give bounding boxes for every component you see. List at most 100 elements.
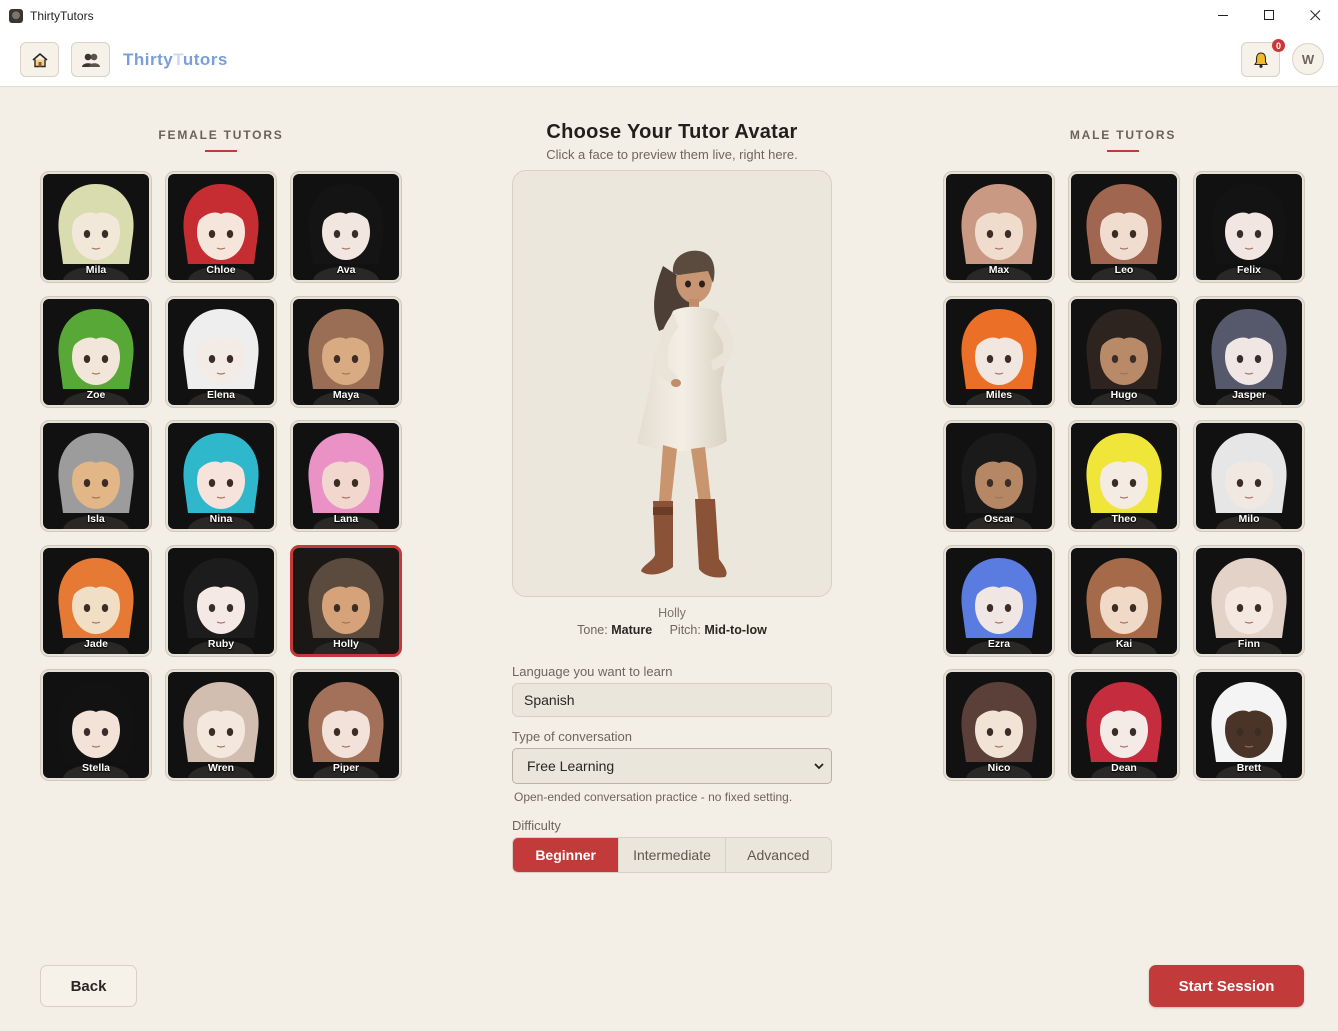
minimize-button[interactable] [1200, 0, 1246, 31]
tutor-tile-stella[interactable]: Stella [41, 670, 151, 780]
tutor-name-label: Maya [332, 388, 360, 401]
tutor-name-label: Stella [81, 762, 110, 774]
difficulty-advanced[interactable]: Advanced [724, 838, 831, 872]
tutor-name-label: Hugo [1110, 388, 1138, 401]
tutor-name-label: Holly [333, 637, 359, 650]
tutor-tile-ava[interactable]: Ava [291, 172, 401, 282]
tutor-tile-zoe[interactable]: Zoe [41, 296, 151, 407]
tutor-name-label: Ava [336, 264, 356, 276]
tutor-name-label: Theo [1111, 513, 1137, 525]
close-button[interactable] [1292, 0, 1338, 31]
pitch-value: Mid-to-low [704, 623, 767, 637]
tone-value: Mature [611, 623, 653, 637]
notifications-button[interactable]: 0 [1241, 39, 1285, 77]
tutor-tile-ezra[interactable]: Ezra [944, 545, 1054, 656]
maximize-button[interactable] [1246, 0, 1292, 31]
maximize-icon [1263, 10, 1274, 20]
preview-tutor-name: Holly [658, 606, 686, 620]
tutor-tile-miles[interactable]: Miles [944, 296, 1054, 407]
tutor-name-label: Chloe [206, 264, 236, 276]
conversation-type-hint: Open-ended conversation practice - no fi… [514, 790, 793, 804]
home-button[interactable] [20, 42, 59, 77]
tutor-name-label: Wren [207, 762, 235, 774]
start-session-button[interactable]: Start Session [1149, 965, 1304, 1007]
window-controls [1200, 0, 1338, 31]
tutor-name-label: Dean [1111, 762, 1137, 774]
tutor-tile-max[interactable]: Max [944, 172, 1054, 282]
conversation-type-select[interactable]: Free Learning [512, 748, 832, 784]
tutor-name-label: Max [988, 264, 1010, 276]
page-subtitle: Click a face to preview them live, right… [546, 147, 798, 162]
tutor-name-label: Isla [87, 513, 105, 525]
tutor-name-label: Jasper [1232, 388, 1266, 401]
tutor-tile-oscar[interactable]: Oscar [944, 421, 1054, 531]
bell-icon [1253, 51, 1268, 68]
tutor-name-label: Ruby [207, 637, 235, 650]
tutor-tile-holly[interactable]: Holly [291, 545, 401, 656]
preview-voice-meta: Tone: Mature Pitch: Mid-to-low [512, 623, 832, 637]
conversation-type-label: Type of conversation [512, 729, 632, 744]
tutor-name-label: Oscar [984, 513, 1014, 525]
notification-badge: 0 [1272, 39, 1285, 52]
app-logo-icon [9, 8, 23, 23]
home-icon [31, 52, 48, 67]
tutor-tile-felix[interactable]: Felix [1194, 172, 1304, 282]
tutor-tile-mila[interactable]: Mila [41, 172, 151, 282]
brand-text: Thirty [123, 50, 174, 69]
male-tutor-grid: Max Leo Felix Miles Hugo Jasper Oscar Theo Milo E… [944, 172, 1304, 780]
tutor-name-label: Jade [84, 637, 108, 650]
tutor-tile-milo[interactable]: Milo [1194, 421, 1304, 531]
tutor-tile-jade[interactable]: Jade [41, 545, 151, 656]
tutor-tile-elena[interactable]: Elena [166, 296, 276, 407]
tone-label: Tone: [577, 623, 608, 637]
language-input[interactable]: Spanish [512, 683, 832, 717]
tutor-tile-nico[interactable]: Nico [944, 670, 1054, 780]
tutor-name-label: Zoe [86, 388, 106, 401]
tutor-name-label: Ezra [987, 637, 1011, 650]
tutor-tile-piper[interactable]: Piper [291, 670, 401, 780]
difficulty-beginner[interactable]: Beginner [513, 838, 619, 872]
tutor-tile-chloe[interactable]: Chloe [166, 172, 276, 282]
tutor-name-label: Elena [206, 388, 235, 401]
tutor-tile-maya[interactable]: Maya [291, 296, 401, 407]
tutor-tile-finn[interactable]: Finn [1194, 545, 1304, 656]
tutor-tile-kai[interactable]: Kai [1069, 545, 1179, 656]
difficulty-label: Difficulty [512, 818, 561, 833]
tutor-tile-wren[interactable]: Wren [166, 670, 276, 780]
tutor-tile-brett[interactable]: Brett [1194, 670, 1304, 780]
tutor-name-label: Milo [1238, 513, 1260, 525]
people-icon [81, 53, 100, 67]
tutor-name-label: Felix [1237, 264, 1261, 276]
tutor-tile-ruby[interactable]: Ruby [166, 545, 276, 656]
tutor-tile-hugo[interactable]: Hugo [1069, 296, 1179, 407]
avatar-preview[interactable] [512, 170, 832, 597]
close-icon [1309, 10, 1320, 21]
difficulty-selector: Beginner Intermediate Advanced [512, 837, 832, 873]
tutor-name-label: Kai [1115, 637, 1133, 650]
user-avatar[interactable]: W [1292, 43, 1324, 75]
female-tutor-grid: Mila Chloe Ava Zoe Elena Maya Isla Nina Lana Jade… [41, 172, 401, 780]
tutor-tile-jasper[interactable]: Jasper [1194, 296, 1304, 407]
tutor-name-label: Finn [1237, 637, 1261, 650]
male-tutors-heading: MALE TUTORS [1069, 128, 1177, 142]
tutor-tile-theo[interactable]: Theo [1069, 421, 1179, 531]
difficulty-intermediate[interactable]: Intermediate [618, 838, 724, 872]
tutor-name-label: Piper [332, 762, 360, 774]
page-title: Choose Your Tutor Avatar [546, 121, 798, 143]
tutor-tile-nina[interactable]: Nina [166, 421, 276, 531]
brand-faded-letter: T [173, 50, 183, 69]
male-heading-underline [1107, 150, 1139, 152]
tutor-tile-isla[interactable]: Isla [41, 421, 151, 531]
window-titlebar: ThirtyTutors [0, 0, 1338, 31]
app-header: ThirtyTutors 0 W [0, 31, 1338, 87]
tutor-name-label: Lana [333, 513, 359, 525]
tutor-tile-leo[interactable]: Leo [1069, 172, 1179, 282]
avatar-preview-figure [637, 250, 734, 578]
tutors-button[interactable] [71, 42, 110, 77]
tutor-tile-dean[interactable]: Dean [1069, 670, 1179, 780]
back-button[interactable]: Back [40, 965, 137, 1007]
tutor-tile-lana[interactable]: Lana [291, 421, 401, 531]
tutor-name-label: Brett [1236, 762, 1262, 774]
brand-wordmark: ThirtyTutors [123, 50, 228, 70]
tutor-name-label: Nina [209, 513, 233, 525]
